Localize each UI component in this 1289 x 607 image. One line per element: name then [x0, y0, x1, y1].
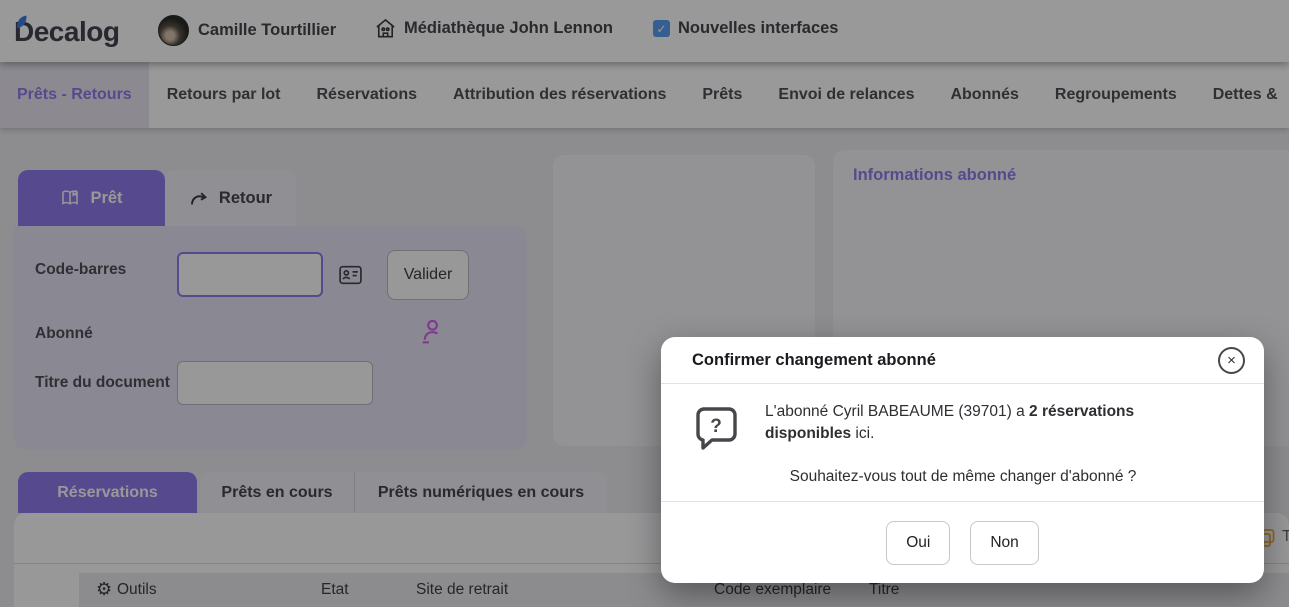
dialog-title: Confirmer changement abonné: [692, 351, 936, 370]
dialog-message: L'abonné Cyril BABEAUME (39701) a 2 rése…: [765, 401, 1185, 456]
close-icon[interactable]: ×: [1218, 347, 1245, 374]
message-suffix: ici.: [851, 425, 874, 442]
dialog-footer: Oui Non: [661, 501, 1264, 565]
no-button[interactable]: Non: [970, 521, 1038, 565]
dialog-header: Confirmer changement abonné ×: [661, 337, 1264, 384]
dialog-question: Souhaitez-vous tout de même changer d'ab…: [692, 468, 1234, 486]
yes-button[interactable]: Oui: [886, 521, 950, 565]
question-bubble-icon: ?: [692, 403, 740, 456]
question-glyph: ?: [710, 416, 722, 437]
confirm-patron-change-dialog: Confirmer changement abonné × ? L'abonné…: [661, 337, 1264, 583]
message-prefix: L'abonné Cyril BABEAUME (39701) a: [765, 403, 1029, 420]
decalog-app-screen: Decalog Camille Tourtillier Médiathèque …: [0, 0, 1289, 607]
dialog-body: ? L'abonné Cyril BABEAUME (39701) a 2 ré…: [661, 384, 1264, 486]
